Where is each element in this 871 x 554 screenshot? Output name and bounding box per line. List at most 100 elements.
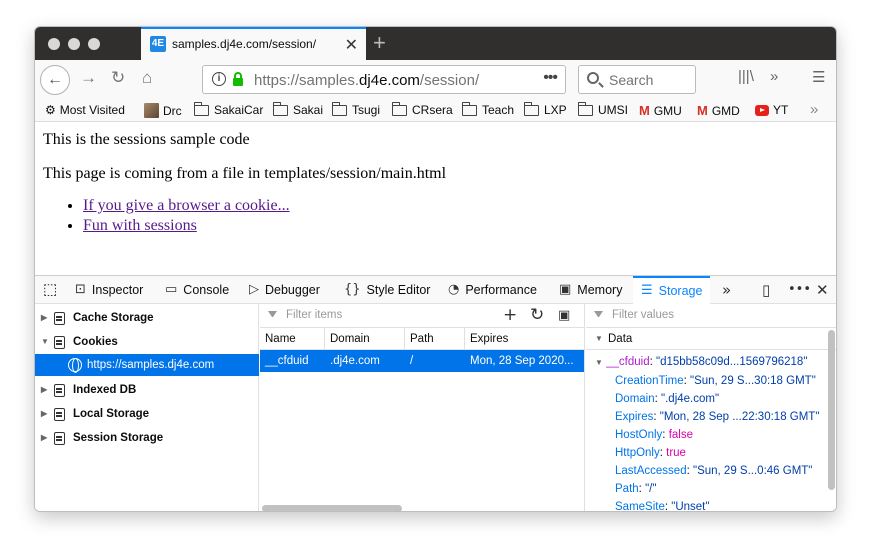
tab-storage[interactable]: ☰ Storage xyxy=(633,276,711,304)
close-devtools-icon[interactable]: ✕ xyxy=(816,281,829,299)
bookmark-yt[interactable]: YT xyxy=(755,103,788,117)
expand-arrow-icon[interactable]: ▶ xyxy=(41,307,47,329)
gmail-icon: M xyxy=(697,103,708,118)
home-button[interactable]: ⌂ xyxy=(142,68,152,88)
back-button[interactable]: ← xyxy=(40,65,70,95)
column-header-expires[interactable]: Expires xyxy=(465,328,585,350)
element-picker-icon[interactable]: ⬚ xyxy=(43,276,57,304)
page-heading-text: This is the sessions sample code xyxy=(43,131,250,148)
reload-button[interactable]: ↻ xyxy=(111,68,125,88)
page-actions-button[interactable]: ••• xyxy=(543,69,558,87)
cookie-table-pane: Filter items + ↻ ▣ Name Domain Path Expi… xyxy=(260,304,585,511)
expand-arrow-icon[interactable]: ▶ xyxy=(41,379,47,401)
sidebar-item-session-storage[interactable]: ▶ Session Storage xyxy=(35,427,259,449)
gauge-icon: ◔ xyxy=(448,282,460,297)
collapse-arrow-icon[interactable]: ▼ xyxy=(41,331,49,353)
new-tab-button[interactable]: + xyxy=(373,30,386,56)
minimize-window-button[interactable] xyxy=(68,38,80,50)
sidebar-item-cache[interactable]: ▶ Cache Storage xyxy=(35,307,259,329)
collapse-arrow-icon[interactable]: ▼ xyxy=(595,358,603,367)
tab-console[interactable]: ▭ Console xyxy=(165,276,229,304)
cookie-link[interactable]: If you give a browser a cookie... xyxy=(83,197,290,214)
search-bar[interactable]: Search xyxy=(578,65,696,94)
url-text[interactable]: https://samples.dj4e.com/session/ xyxy=(254,72,479,89)
bookmark-gmu[interactable]: M GMU xyxy=(639,103,682,118)
list-item: If you give a browser a cookie... xyxy=(83,197,290,215)
library-icon[interactable]: |||\ xyxy=(738,68,754,85)
sidebar-item-indexed-db[interactable]: ▶ Indexed DB xyxy=(35,379,259,401)
data-entry-path: Path: "/" xyxy=(615,483,657,495)
browser-tab[interactable]: 4E samples.dj4e.com/session/ ✕ xyxy=(141,27,366,60)
menu-icon[interactable]: ☰ xyxy=(812,68,825,86)
cookie-data-pane: Filter values ▼ Data ▼ __cfduid: "d15bb5… xyxy=(586,304,836,511)
close-window-button[interactable] xyxy=(48,38,60,50)
filter-icon xyxy=(268,311,277,320)
lock-icon[interactable] xyxy=(232,72,244,86)
braces-icon: {} xyxy=(344,282,361,297)
bookmark-gmd[interactable]: M GMD xyxy=(697,103,740,118)
tab-memory[interactable]: ▣ Memory xyxy=(559,276,622,304)
tab-inspector[interactable]: ⊡ Inspector xyxy=(75,276,143,304)
add-item-icon[interactable]: + xyxy=(503,305,517,325)
vertical-scrollbar[interactable] xyxy=(828,330,835,490)
sidebar-item-local-storage[interactable]: ▶ Local Storage xyxy=(35,403,259,425)
tab-title: samples.dj4e.com/session/ xyxy=(172,37,317,51)
tab-close-icon[interactable]: ✕ xyxy=(345,35,358,55)
storage-icon xyxy=(54,384,65,397)
bookmark-folder[interactable]: Tsugi xyxy=(331,101,380,117)
dock-toggle-icon[interactable]: ▯ xyxy=(762,281,770,299)
site-info-icon[interactable]: i xyxy=(212,72,226,86)
expand-arrow-icon[interactable]: ▶ xyxy=(41,427,47,449)
zoom-window-button[interactable] xyxy=(88,38,100,50)
sidebar-item-cookies[interactable]: ▼ Cookies xyxy=(35,331,259,353)
expand-arrow-icon[interactable]: ▶ xyxy=(41,403,47,425)
storage-sidebar: ▶ Cache Storage ▼ Cookies https://sample… xyxy=(35,304,259,511)
overflow-chevron-icon[interactable]: » xyxy=(770,68,778,85)
devtools-menu-icon[interactable]: ••• xyxy=(788,282,811,297)
sidebar-item-cookie-host[interactable]: https://samples.dj4e.com xyxy=(35,354,259,376)
data-section-header[interactable]: ▼ Data xyxy=(586,328,836,350)
toggle-sidebar-icon[interactable]: ▣ xyxy=(558,308,570,323)
tab-debugger[interactable]: ▷ Debugger xyxy=(249,276,320,304)
column-header-domain[interactable]: Domain xyxy=(325,328,405,350)
column-header-name[interactable]: Name xyxy=(260,328,325,350)
storage-icon xyxy=(54,432,65,445)
url-bar[interactable]: i https://samples.dj4e.com/session/ ••• xyxy=(202,65,566,94)
folder-icon xyxy=(577,101,593,116)
sessions-link[interactable]: Fun with sessions xyxy=(83,217,197,234)
search-input[interactable]: Search xyxy=(609,72,653,88)
table-header: Name Domain Path Expires xyxy=(260,328,584,350)
collapse-arrow-icon[interactable]: ▼ xyxy=(595,328,603,350)
table-row[interactable]: __cfduid .dj4e.com / Mon, 28 Sep 2020... xyxy=(260,350,584,372)
bookmark-folder[interactable]: LXP xyxy=(523,101,567,117)
data-root-entry[interactable]: ▼ __cfduid: "d15bb58c09d...1569796218" xyxy=(595,356,807,368)
data-entry-expires: Expires: "Mon, 28 Sep ...22:30:18 GMT" xyxy=(615,411,820,423)
tab-style-editor[interactable]: {} Style Editor xyxy=(344,276,430,304)
gmail-icon: M xyxy=(639,103,650,118)
cell-name: __cfduid xyxy=(265,355,309,367)
forward-button[interactable]: → xyxy=(80,68,97,88)
bookmark-folder[interactable]: CRsera xyxy=(391,101,453,117)
tab-strip: 4E samples.dj4e.com/session/ ✕ + xyxy=(35,27,836,60)
tab-performance[interactable]: ◔ Performance xyxy=(448,276,537,304)
horizontal-scrollbar[interactable] xyxy=(262,505,402,511)
column-header-path[interactable]: Path xyxy=(405,328,465,350)
storage-icon xyxy=(54,312,65,325)
bookmark-folder[interactable]: Teach xyxy=(461,101,514,117)
bookmarks-overflow-icon[interactable]: » xyxy=(810,101,818,118)
more-tabs-chevron-icon[interactable]: » xyxy=(722,281,731,299)
refresh-icon[interactable]: ↻ xyxy=(530,305,544,325)
filter-items-input[interactable]: Filter items xyxy=(286,309,342,321)
bookmark-folder[interactable]: SakaiCar xyxy=(193,101,263,117)
cell-domain: .dj4e.com xyxy=(330,355,380,367)
navigation-toolbar: ← → ↻ ⌂ i https://samples.dj4e.com/sessi… xyxy=(35,60,836,100)
bookmark-folder[interactable]: UMSI xyxy=(577,101,628,117)
devtools-panel: ⬚ ⊡ Inspector ▭ Console ▷ Debugger {} Style … xyxy=(35,275,836,511)
gear-icon: ⚙ xyxy=(45,103,56,117)
bookmark-drc[interactable]: Drc xyxy=(144,103,182,118)
storage-icon xyxy=(54,336,65,349)
bookmark-most-visited[interactable]: ⚙ Most Visited xyxy=(45,103,125,117)
avatar xyxy=(144,103,159,118)
bookmark-folder[interactable]: Sakai xyxy=(272,101,323,117)
filter-values-input[interactable]: Filter values xyxy=(612,309,674,321)
